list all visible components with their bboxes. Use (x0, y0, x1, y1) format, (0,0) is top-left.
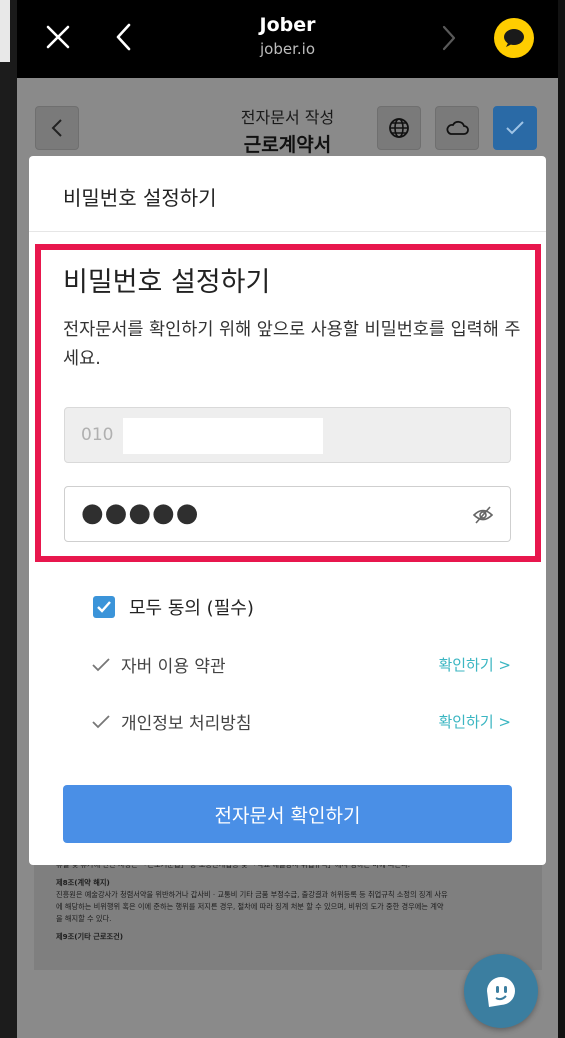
smile-chat-icon (487, 977, 515, 1007)
checkmark-icon[interactable] (91, 657, 111, 673)
cloud-save-button[interactable] (435, 106, 479, 150)
right-gutter (557, 0, 565, 1038)
doc-confirm-button[interactable] (493, 106, 537, 150)
password-masked-value: ●●●●● (81, 498, 200, 528)
modal-header: 비밀번호 설정하기 (29, 156, 546, 232)
document-header: 전자문서 작성 근로계약서 (17, 78, 558, 158)
cloud-icon (446, 120, 469, 135)
app-bar: Jober jober.io (17, 0, 558, 78)
terms-view-link[interactable]: 확인하기 > (438, 711, 511, 732)
checkmark-icon[interactable] (91, 714, 111, 730)
help-chat-fab[interactable] (464, 954, 538, 1028)
terms-view-link[interactable]: 확인하기 > (438, 654, 511, 675)
terms-item-privacy: 개인정보 처리방침 확인하기 > (91, 709, 511, 734)
eye-off-icon[interactable] (472, 504, 494, 526)
phone-number-value: 010 (81, 425, 114, 445)
terms-item-service: 자버 이용 약관 확인하기 > (91, 652, 511, 677)
left-gutter (0, 0, 10, 1038)
terms-label: 자버 이용 약관 (121, 657, 226, 677)
document-text-line: 진흥원은 예술강사가 청렴서약을 위반하거나 갑사비 · 교통비 기타 금품 부… (56, 890, 448, 899)
globe-icon (389, 118, 409, 138)
document-text-line: 제9조(기타 근로조건) (56, 932, 123, 941)
redacted-phone-mask (123, 418, 323, 454)
phone-screen: Jober jober.io 전자문서 작성 근로계약서 제8조(계약 해지) … (17, 0, 558, 1038)
document-text-line: 을 해지할 수 있다. (56, 914, 112, 923)
password-input[interactable]: ●●●●● (64, 486, 511, 542)
password-description: 전자문서를 확인하기 위해 앞으로 사용할 비밀번호를 입력해 주세요. (63, 320, 521, 369)
forward-arrow-icon[interactable] (441, 24, 457, 52)
app-title: Jober (259, 14, 316, 36)
document-text-line: 제8조(계약 해지) (56, 878, 110, 887)
password-section-title: 비밀번호 설정하기 (63, 267, 271, 298)
phone-number-field[interactable]: 010 (64, 407, 511, 463)
app-url: jober.io (260, 40, 315, 58)
kakao-chat-button[interactable] (494, 18, 534, 58)
agree-all-checkbox[interactable]: 모두 동의 (필수) (93, 594, 254, 620)
view-document-button[interactable]: 전자문서 확인하기 (63, 785, 512, 843)
chat-bubble-icon (504, 29, 524, 47)
check-icon (506, 121, 524, 135)
terms-label: 개인정보 처리방침 (121, 714, 252, 734)
document-text-line: 에 해당하는 비위행위 혹은 이에 준하는 행위를 저지른 경우, 절차에 따라… (56, 902, 444, 911)
password-modal: 비밀번호 설정하기 비밀번호 설정하기 전자문서를 확인하기 위해 앞으로 사용… (29, 156, 546, 865)
left-gutter-strip (0, 0, 10, 62)
checkbox-checked-icon (93, 596, 115, 618)
language-button[interactable] (377, 106, 421, 150)
agree-all-label: 모두 동의 (필수) (129, 598, 254, 619)
